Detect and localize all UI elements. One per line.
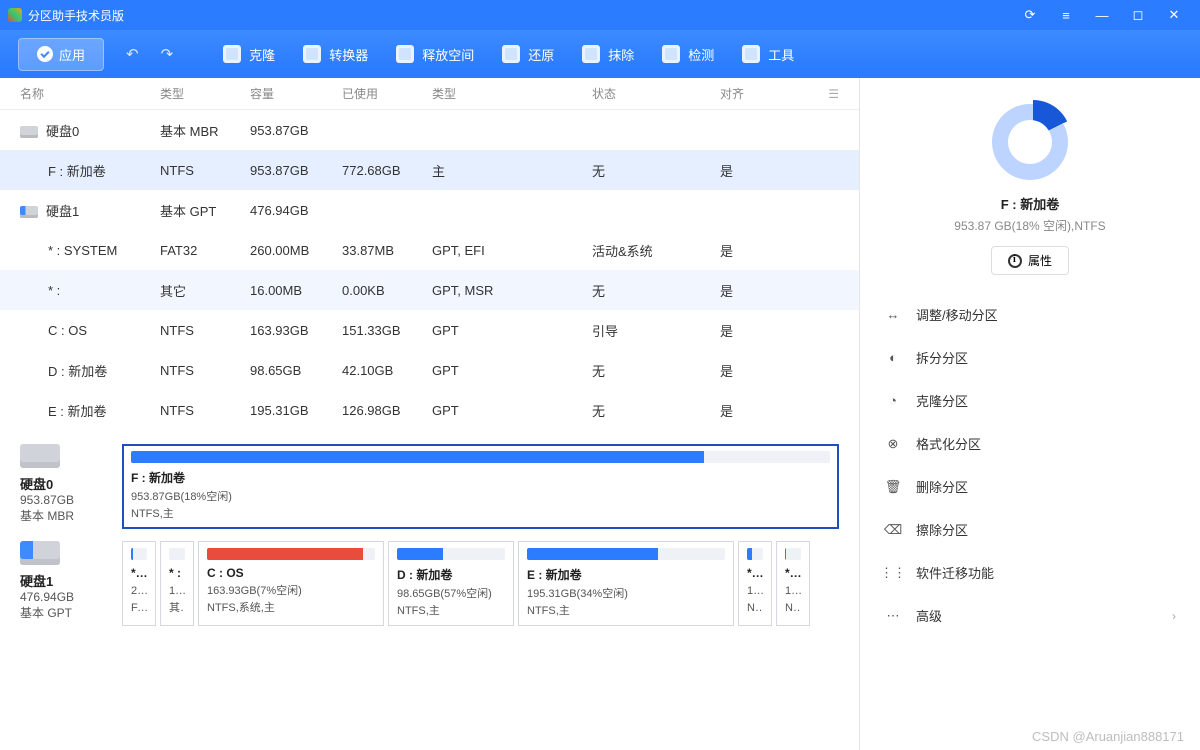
info-icon <box>1008 254 1022 268</box>
disk-block: 硬盘0953.87GB基本 MBRF : 新加卷953.87GB(18%空闲)N… <box>20 444 839 529</box>
maximize-icon[interactable]: ◻ <box>1120 7 1156 23</box>
partition-row[interactable]: F : 新加卷NTFS953.87GB772.68GB主无是 <box>0 150 859 190</box>
properties-button[interactable]: 属性 <box>991 246 1069 275</box>
action-0[interactable]: ↔调整/移动分区 <box>878 293 1182 336</box>
action-icon: ◔ <box>884 392 902 410</box>
col-align[interactable]: 对齐 <box>720 85 780 102</box>
col-ptype[interactable]: 类型 <box>432 85 592 102</box>
close-icon[interactable]: ✕ <box>1156 7 1192 23</box>
disk-head[interactable]: 硬盘0953.87GB基本 MBR <box>20 444 108 524</box>
toolbar-item-3[interactable]: 还原 <box>502 45 554 64</box>
disk-icon <box>20 206 38 218</box>
col-name[interactable]: 名称 <box>20 85 160 102</box>
action-icon: ⋯ <box>884 607 902 625</box>
partition-row[interactable]: C : OSNTFS163.93GB151.33GBGPT引导是 <box>0 310 859 350</box>
action-1[interactable]: ◐拆分分区 <box>878 336 1182 379</box>
partition-row[interactable]: E : 新加卷NTFS195.31GB126.98GBGPT无是 <box>0 390 859 430</box>
disk-icon <box>20 444 60 468</box>
partition-strip: F : 新加卷953.87GB(18%空闲)NTFS,主 <box>122 444 839 529</box>
watermark: CSDN @Aruanjian888171 <box>1032 729 1184 744</box>
menu-icon[interactable]: ≡ <box>1048 8 1084 23</box>
partition-strip: * : ...260...FAT...* :16...其...C : OS163… <box>122 541 839 626</box>
partition-box[interactable]: E : 新加卷195.31GB(34%空闲)NTFS,主 <box>518 541 734 626</box>
toolbar-icon <box>396 45 414 63</box>
partition-row[interactable]: * :其它16.00MB0.00KBGPT, MSR无是 <box>0 270 859 310</box>
check-icon <box>37 46 53 62</box>
toolbar: 应用 ↶ ↷ 克隆 转换器 释放空间 还原 抹除 检测 工具 <box>0 30 1200 78</box>
selected-partition-sub: 953.87 GB(18% 空闲),NTFS <box>878 217 1182 234</box>
action-2[interactable]: ◔克隆分区 <box>878 379 1182 422</box>
disk-row[interactable]: 硬盘1基本 GPT476.94GB <box>0 190 859 230</box>
disk-icon <box>20 126 38 138</box>
partition-box[interactable]: F : 新加卷953.87GB(18%空闲)NTFS,主 <box>122 444 839 529</box>
action-4[interactable]: 🗑删除分区 <box>878 465 1182 508</box>
partition-table: 硬盘0基本 MBR953.87GBF : 新加卷NTFS953.87GB772.… <box>0 110 859 430</box>
partition-box[interactable]: * :16...其... <box>160 541 194 626</box>
app-title: 分区助手技术员版 <box>28 7 124 24</box>
toolbar-icon <box>223 45 241 63</box>
toolbar-item-5[interactable]: 检测 <box>662 45 714 64</box>
partition-box[interactable]: * : ...1.27...NTF... <box>738 541 772 626</box>
refresh-icon[interactable]: ⟳ <box>1012 7 1048 23</box>
apply-button[interactable]: 应用 <box>18 38 104 71</box>
action-5[interactable]: ⌫擦除分区 <box>878 508 1182 551</box>
action-icon: ⌫ <box>884 521 902 539</box>
action-6[interactable]: ⋮⋮软件迁移功能 <box>878 551 1182 594</box>
toolbar-item-6[interactable]: 工具 <box>742 45 794 64</box>
app-logo-icon <box>8 8 22 22</box>
disk-visual: 硬盘0953.87GB基本 MBRF : 新加卷953.87GB(18%空闲)N… <box>0 430 859 636</box>
col-type[interactable]: 类型 <box>160 85 250 102</box>
disk-icon <box>20 541 60 565</box>
toolbar-icon <box>502 45 520 63</box>
titlebar: 分区助手技术员版 ⟳ ≡ — ◻ ✕ <box>0 0 1200 30</box>
column-config-icon[interactable]: ☰ <box>828 87 839 101</box>
action-icon: ↔ <box>884 306 902 324</box>
partition-box[interactable]: * : ...260...FAT... <box>122 541 156 626</box>
column-headers: 名称 类型 容量 已使用 类型 状态 对齐 ☰ <box>0 78 859 110</box>
action-icon: ⊗ <box>884 435 902 453</box>
action-icon: 🗑 <box>884 478 902 496</box>
col-capacity[interactable]: 容量 <box>250 85 342 102</box>
action-icon: ◐ <box>884 349 902 367</box>
partition-row[interactable]: D : 新加卷NTFS98.65GB42.10GBGPT无是 <box>0 350 859 390</box>
action-7[interactable]: ⋯高级› <box>878 594 1182 637</box>
disk-head[interactable]: 硬盘1476.94GB基本 GPT <box>20 541 108 621</box>
apply-label: 应用 <box>59 45 85 64</box>
toolbar-item-2[interactable]: 释放空间 <box>396 45 474 64</box>
redo-icon[interactable]: ↷ <box>161 45 174 63</box>
chevron-right-icon: › <box>1172 609 1176 623</box>
toolbar-item-0[interactable]: 克隆 <box>223 45 275 64</box>
col-used[interactable]: 已使用 <box>342 85 432 102</box>
disk-block: 硬盘1476.94GB基本 GPT* : ...260...FAT...* :1… <box>20 541 839 626</box>
toolbar-icon <box>303 45 321 63</box>
action-3[interactable]: ⊗格式化分区 <box>878 422 1182 465</box>
selected-partition-title: F : 新加卷 <box>878 194 1182 213</box>
partition-row[interactable]: * : SYSTEMFAT32260.00MB33.87MBGPT, EFI活动… <box>0 230 859 270</box>
pie-chart-icon <box>992 104 1068 180</box>
action-icon: ⋮⋮ <box>884 564 902 582</box>
partition-box[interactable]: * : ...17....NT... <box>776 541 810 626</box>
toolbar-icon <box>582 45 600 63</box>
undo-icon[interactable]: ↶ <box>126 45 139 63</box>
partition-box[interactable]: D : 新加卷98.65GB(57%空闲)NTFS,主 <box>388 541 514 626</box>
toolbar-item-4[interactable]: 抹除 <box>582 45 634 64</box>
partition-box[interactable]: C : OS163.93GB(7%空闲)NTFS,系统,主 <box>198 541 384 626</box>
col-status[interactable]: 状态 <box>592 85 720 102</box>
toolbar-item-1[interactable]: 转换器 <box>303 45 368 64</box>
toolbar-icon <box>742 45 760 63</box>
side-panel: F : 新加卷 953.87 GB(18% 空闲),NTFS 属性 ↔调整/移动… <box>860 78 1200 750</box>
toolbar-icon <box>662 45 680 63</box>
disk-row[interactable]: 硬盘0基本 MBR953.87GB <box>0 110 859 150</box>
minimize-icon[interactable]: — <box>1084 8 1120 23</box>
